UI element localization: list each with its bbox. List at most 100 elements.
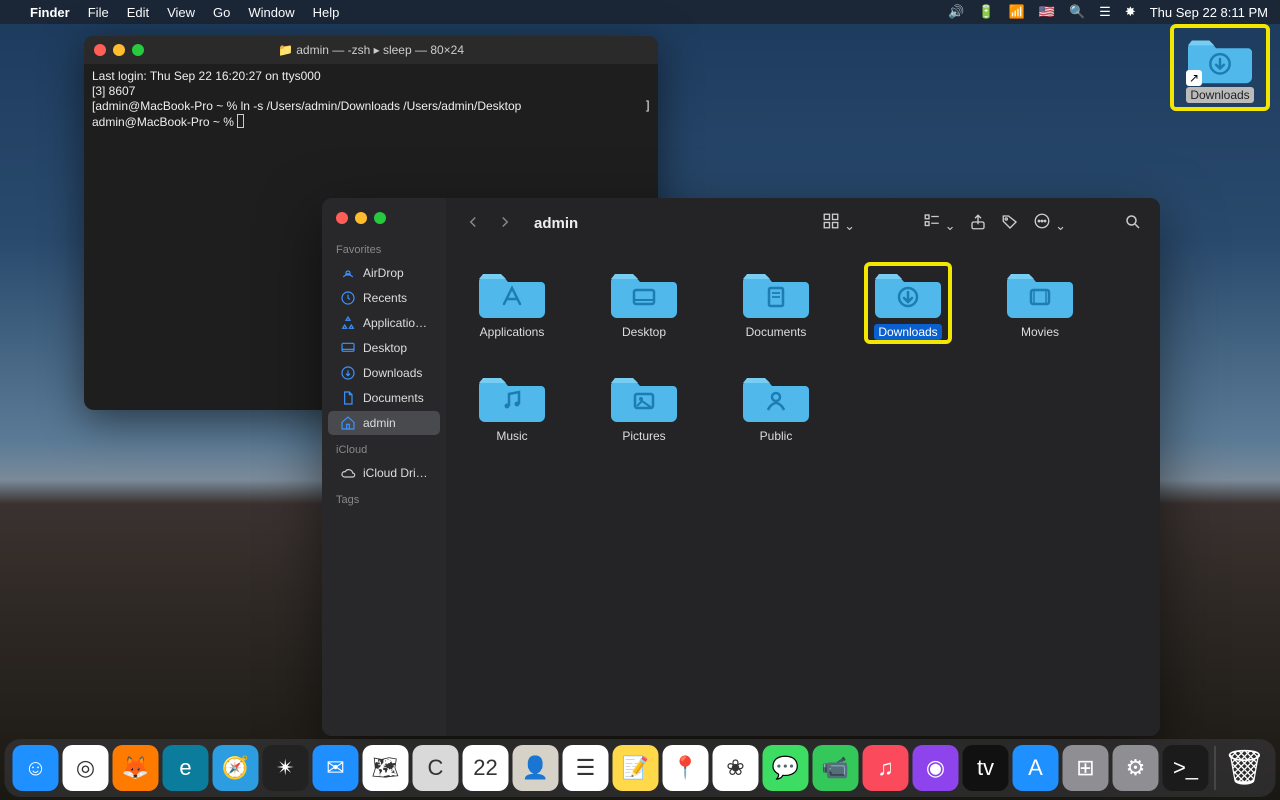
dock[interactable]: ☺◎🦊e🧭✴✉🗺C22👤☰📝📍❀💬📹♫◉tvA⊞⚙>_ 🗑 [5, 739, 1276, 797]
clock-icon [340, 290, 356, 306]
dock-safari[interactable]: 🧭 [213, 745, 259, 791]
status-icon[interactable]: ✸ [1125, 4, 1136, 20]
dock-music[interactable]: ♫ [863, 745, 909, 791]
terminal-traffic-lights[interactable] [94, 44, 144, 56]
tags-button[interactable] [1001, 213, 1019, 234]
folder-pictures[interactable]: Pictures [604, 370, 684, 444]
sidebar-item-label: Documents [363, 391, 424, 405]
dock-podcasts[interactable]: ◉ [913, 745, 959, 791]
folder-music[interactable]: Music [472, 370, 552, 444]
desktop-shortcut-downloads[interactable]: ↗ Downloads [1174, 28, 1266, 107]
folder-icon [611, 370, 677, 422]
menu-file[interactable]: File [88, 5, 109, 20]
dock-maps[interactable]: 🗺 [363, 745, 409, 791]
finder-sidebar: Favorites AirDropRecentsApplicatio…Deskt… [322, 198, 446, 736]
folder-icon [479, 266, 545, 318]
folder-applications[interactable]: Applications [472, 266, 552, 340]
wifi-icon[interactable]: 📶 [1009, 4, 1025, 20]
dock-mail[interactable]: ✉ [313, 745, 359, 791]
folder-label: Public [756, 428, 797, 444]
zoom-button[interactable] [132, 44, 144, 56]
terminal-titlebar[interactable]: 📁 admin — -zsh ▸ sleep — 80×24 [84, 36, 658, 64]
dock-notes[interactable]: 📝 [613, 745, 659, 791]
dock-cursive[interactable]: C [413, 745, 459, 791]
sidebar-heading-icloud: iCloud [322, 436, 446, 460]
dock-trash[interactable]: 🗑 [1222, 745, 1268, 791]
battery-icon[interactable]: 🔋 [978, 4, 994, 20]
menu-help[interactable]: Help [313, 5, 340, 20]
finder-content[interactable]: Applications Desktop Documents Downloads Mov… [446, 248, 1160, 736]
menu-view[interactable]: View [167, 5, 195, 20]
input-source-icon[interactable]: 🇺🇸 [1039, 4, 1055, 20]
folder-label: Desktop [618, 324, 670, 340]
finder-main: admin ⌄ ⌄ ⌄ Applications Desktop Documents… [446, 198, 1160, 736]
dock-maps2[interactable]: 📍 [663, 745, 709, 791]
view-icons-button[interactable]: ⌄ [822, 212, 855, 234]
volume-icon[interactable]: 🔊 [948, 4, 964, 20]
dock-chrome[interactable]: ◎ [63, 745, 109, 791]
control-center-icon[interactable]: ☰ [1099, 4, 1111, 20]
doc-icon [340, 390, 356, 406]
sidebar-item-home[interactable]: admin [328, 411, 440, 435]
finder-title: admin [534, 215, 578, 232]
sidebar-item-doc[interactable]: Documents [328, 386, 440, 410]
folder-icon [611, 266, 677, 318]
folder-icon: ↗ [1188, 32, 1252, 84]
group-button[interactable]: ⌄ [923, 212, 956, 234]
sidebar-heading-tags: Tags [322, 486, 446, 510]
forward-button[interactable] [496, 213, 514, 234]
dock-edge[interactable]: e [163, 745, 209, 791]
dock-appstore[interactable]: A [1013, 745, 1059, 791]
sidebar-item-download[interactable]: Downloads [328, 361, 440, 385]
sidebar-item-label: Recents [363, 291, 407, 305]
dock-facetime[interactable]: 📹 [813, 745, 859, 791]
sidebar-item-apps[interactable]: Applicatio… [328, 311, 440, 335]
minimize-button[interactable] [113, 44, 125, 56]
dock-tv[interactable]: tv [963, 745, 1009, 791]
sidebar-item-clock[interactable]: Recents [328, 286, 440, 310]
more-button[interactable]: ⌄ [1033, 212, 1066, 234]
finder-window[interactable]: Favorites AirDropRecentsApplicatio…Deskt… [322, 198, 1160, 736]
share-button[interactable] [969, 213, 987, 234]
folder-public[interactable]: Public [736, 370, 816, 444]
dock-firefox[interactable]: 🦊 [113, 745, 159, 791]
dock-finder[interactable]: ☺ [13, 745, 59, 791]
folder-documents[interactable]: Documents [736, 266, 816, 340]
folder-desktop[interactable]: Desktop [604, 266, 684, 340]
dock-terminal[interactable]: >_ [1163, 745, 1209, 791]
folder-movies[interactable]: Movies [1000, 266, 1080, 340]
terminal-title: 📁 admin — -zsh ▸ sleep — 80×24 [278, 43, 464, 57]
menubar-app[interactable]: Finder [30, 5, 70, 20]
spotlight-icon[interactable]: 🔍 [1069, 4, 1085, 20]
menu-window[interactable]: Window [248, 5, 294, 20]
sidebar-item-airdrop[interactable]: AirDrop [328, 261, 440, 285]
dock-reminders[interactable]: ☰ [563, 745, 609, 791]
sidebar-item-label: iCloud Dri… [363, 466, 428, 480]
finder-traffic-lights[interactable] [336, 212, 446, 224]
airdrop-icon [340, 265, 356, 281]
sidebar-item-label: admin [363, 416, 396, 430]
folder-icon [479, 370, 545, 422]
dock-calendar[interactable]: 22 [463, 745, 509, 791]
menu-edit[interactable]: Edit [127, 5, 149, 20]
zoom-button[interactable] [374, 212, 386, 224]
menu-go[interactable]: Go [213, 5, 230, 20]
dock-contacts[interactable]: 👤 [513, 745, 559, 791]
dock-messages[interactable]: 💬 [763, 745, 809, 791]
terminal-body[interactable]: Last login: Thu Sep 22 16:20:27 on ttys0… [84, 64, 658, 135]
close-button[interactable] [94, 44, 106, 56]
dock-settings[interactable]: ⚙ [1113, 745, 1159, 791]
dock-launchpad[interactable]: ⊞ [1063, 745, 1109, 791]
close-button[interactable] [336, 212, 348, 224]
sidebar-item-icloud[interactable]: iCloud Dri… [328, 461, 440, 485]
download-icon [340, 365, 356, 381]
folder-downloads[interactable]: Downloads [868, 266, 948, 340]
search-button[interactable] [1124, 213, 1142, 234]
menubar-datetime[interactable]: Thu Sep 22 8:11 PM [1150, 5, 1268, 20]
sidebar-item-desktop[interactable]: Desktop [328, 336, 440, 360]
dock-siri[interactable]: ✴ [263, 745, 309, 791]
folder-icon [875, 266, 941, 318]
back-button[interactable] [464, 213, 482, 234]
minimize-button[interactable] [355, 212, 367, 224]
dock-photos[interactable]: ❀ [713, 745, 759, 791]
